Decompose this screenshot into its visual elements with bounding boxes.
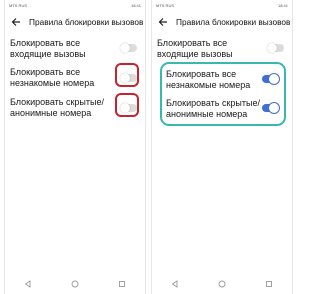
toggle-knob (269, 74, 279, 84)
row-label: Блокировать все входящие вызовы (10, 38, 86, 59)
nav-recents-icon[interactable] (263, 278, 275, 290)
toggle-knob (120, 43, 130, 53)
carrier-label: MTS RUS (9, 3, 27, 8)
nav-recents-icon[interactable] (116, 278, 128, 290)
row-block-hidden[interactable]: Блокировать скрытые/ анонимные номера (152, 98, 292, 120)
row-block-all-incoming[interactable]: Блокировать все входящие вызовы (152, 38, 292, 60)
status-bar: MTS RUS 18:41 (152, 0, 292, 11)
block-unknown-toggle[interactable] (262, 74, 279, 84)
nav-back-icon[interactable] (22, 278, 34, 290)
status-time: 18:41 (277, 3, 288, 8)
status-right: 18:41 (131, 0, 141, 11)
row-label: Блокировать скрытые/ анонимные номера (10, 97, 104, 118)
app-bar: Правила блокировки вызовов (5, 11, 145, 33)
block-all-incoming-toggle[interactable] (267, 43, 284, 53)
system-nav-bar (152, 274, 292, 294)
status-time: 18:41 (130, 3, 141, 8)
row-label: Блокировать все незнакомые номера (10, 67, 95, 88)
toggle-knob (269, 103, 279, 113)
row-label: Блокировать все входящие вызовы (157, 38, 233, 59)
page-title: Правила блокировки вызовов (176, 17, 291, 27)
row-label: Блокировать скрытые/ анонимные номера (166, 98, 260, 119)
left-phone-screen: MTS RUS 18:41 Правила блокировки вызовов… (4, 0, 146, 294)
highlight-ring-hidden (115, 93, 139, 117)
status-bar: MTS RUS 18:41 (5, 0, 145, 11)
row-label: Блокировать все незнакомые номера (166, 69, 251, 90)
status-right: 18:41 (278, 0, 288, 11)
highlight-ring-unknown (115, 63, 139, 87)
nav-back-icon[interactable] (169, 278, 181, 290)
block-all-incoming-toggle[interactable] (120, 43, 137, 53)
back-arrow-icon[interactable] (156, 15, 170, 29)
row-block-unknown[interactable]: Блокировать все незнакомые номера (152, 69, 292, 91)
app-bar: Правила блокировки вызовов (152, 11, 292, 33)
page-title: Правила блокировки вызовов (29, 17, 144, 27)
right-phone-screen: MTS RUS 18:41 Правила блокировки вызовов… (151, 0, 293, 294)
carrier-label: MTS RUS (156, 3, 174, 8)
toggle-knob (267, 43, 277, 53)
nav-home-icon[interactable] (216, 278, 228, 290)
row-block-all-incoming[interactable]: Блокировать все входящие вызовы (5, 38, 145, 60)
nav-home-icon[interactable] (69, 278, 81, 290)
back-arrow-icon[interactable] (9, 15, 23, 29)
system-nav-bar (5, 274, 145, 294)
block-hidden-toggle[interactable] (262, 103, 279, 113)
